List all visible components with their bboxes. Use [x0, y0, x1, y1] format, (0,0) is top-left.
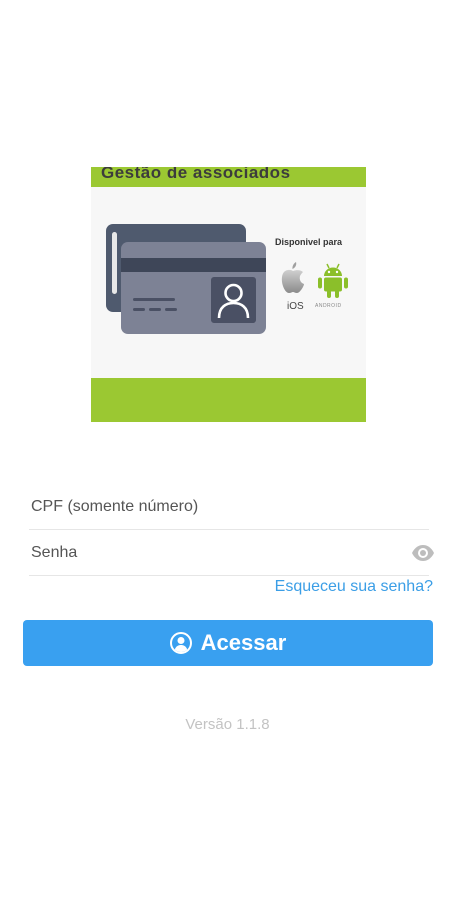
- card-line: [149, 308, 161, 311]
- login-screen: Gestão de associados Disponivel para iOS…: [0, 0, 455, 900]
- eye-icon[interactable]: [411, 543, 435, 563]
- login-button-label: Acessar: [200, 630, 287, 655]
- password-input[interactable]: [29, 531, 429, 575]
- platform-label: Disponivel para: [275, 237, 343, 247]
- app-banner: Gestão de associados Disponivel para iOS…: [91, 167, 366, 422]
- card-line: [133, 298, 175, 301]
- android-icon: [318, 263, 348, 298]
- avatar-silhouette-icon: [211, 277, 256, 323]
- card-stripe: [121, 258, 266, 272]
- banner-title: Gestão de associados: [101, 167, 291, 182]
- apple-icon: [281, 262, 304, 293]
- banner-bottom-stripe: [91, 378, 366, 422]
- password-field: [29, 531, 434, 576]
- cpf-field: [29, 485, 429, 530]
- cpf-input[interactable]: [29, 485, 429, 529]
- user-circle-icon: [169, 632, 192, 654]
- card-line: [165, 308, 177, 311]
- id-card-icon: [121, 242, 266, 334]
- forgot-password-link[interactable]: Esqueceu sua senha?: [275, 578, 433, 596]
- card-line: [133, 308, 145, 311]
- android-label: ANDROID: [315, 303, 342, 309]
- login-button[interactable]: Acessar: [23, 620, 433, 666]
- ios-label: iOS: [287, 301, 304, 312]
- app-version: Versão 1.1.8: [185, 716, 270, 733]
